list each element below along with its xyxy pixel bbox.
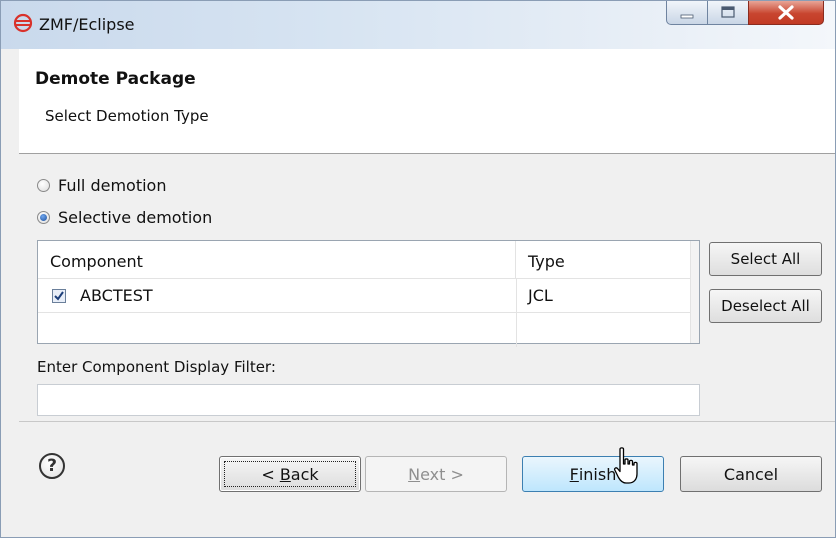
eclipse-app-icon: [13, 13, 33, 33]
table-row[interactable]: ABCTEST JCL: [38, 279, 691, 313]
close-icon: [778, 5, 794, 20]
component-checkbox[interactable]: [52, 289, 66, 303]
cancel-button[interactable]: Cancel: [680, 456, 822, 492]
wizard-footer: ? < Back Next > Finish Cancel: [19, 421, 835, 537]
focus-ring: [224, 461, 356, 487]
wizard-header: Demote Package Select Demotion Type: [19, 49, 835, 154]
component-name-cell: ABCTEST: [80, 286, 153, 305]
column-header-type[interactable]: Type: [516, 241, 691, 279]
component-table: Component Type ABCTEST JCL: [37, 240, 700, 347]
back-button[interactable]: < Back: [219, 456, 361, 492]
close-button[interactable]: [748, 1, 824, 25]
minimize-icon: [680, 14, 694, 19]
table-row-empty: [38, 313, 691, 347]
window-title: ZMF/Eclipse: [39, 15, 135, 34]
maximize-icon: [721, 6, 735, 18]
table-scrollbar[interactable]: [690, 241, 699, 343]
checkmark-icon: [54, 291, 64, 301]
full-demotion-option[interactable]: Full demotion: [37, 176, 166, 195]
next-button[interactable]: Next >: [365, 456, 507, 492]
hand-cursor-icon: [613, 447, 638, 484]
full-demotion-radio[interactable]: [37, 179, 50, 192]
finish-mnemonic: F: [569, 464, 579, 484]
page-subtitle: Select Demotion Type: [45, 107, 209, 125]
minimize-button[interactable]: [666, 1, 708, 25]
selective-demotion-radio[interactable]: [37, 211, 50, 224]
next-mnemonic: N: [408, 464, 421, 484]
deselect-all-button[interactable]: Deselect All: [709, 289, 822, 323]
selective-demotion-option[interactable]: Selective demotion: [37, 208, 212, 227]
select-all-button[interactable]: Select All: [709, 242, 822, 276]
dialog-window: ZMF/Eclipse Demote Package Select Demoti…: [0, 0, 836, 538]
component-filter-input[interactable]: [37, 384, 700, 416]
column-divider: [516, 313, 517, 347]
page-title: Demote Package: [35, 69, 196, 89]
help-icon[interactable]: ?: [39, 453, 65, 479]
filter-label: Enter Component Display Filter:: [37, 358, 276, 376]
column-divider: [516, 279, 517, 312]
full-demotion-label: Full demotion: [58, 176, 167, 195]
component-type-cell: JCL: [528, 286, 553, 305]
finish-rest: inish: [578, 464, 617, 484]
next-rest: ext >: [420, 464, 464, 484]
column-header-component[interactable]: Component: [38, 241, 516, 279]
maximize-button[interactable]: [707, 1, 749, 25]
selective-demotion-label: Selective demotion: [58, 208, 213, 227]
title-bar[interactable]: ZMF/Eclipse: [1, 1, 835, 49]
